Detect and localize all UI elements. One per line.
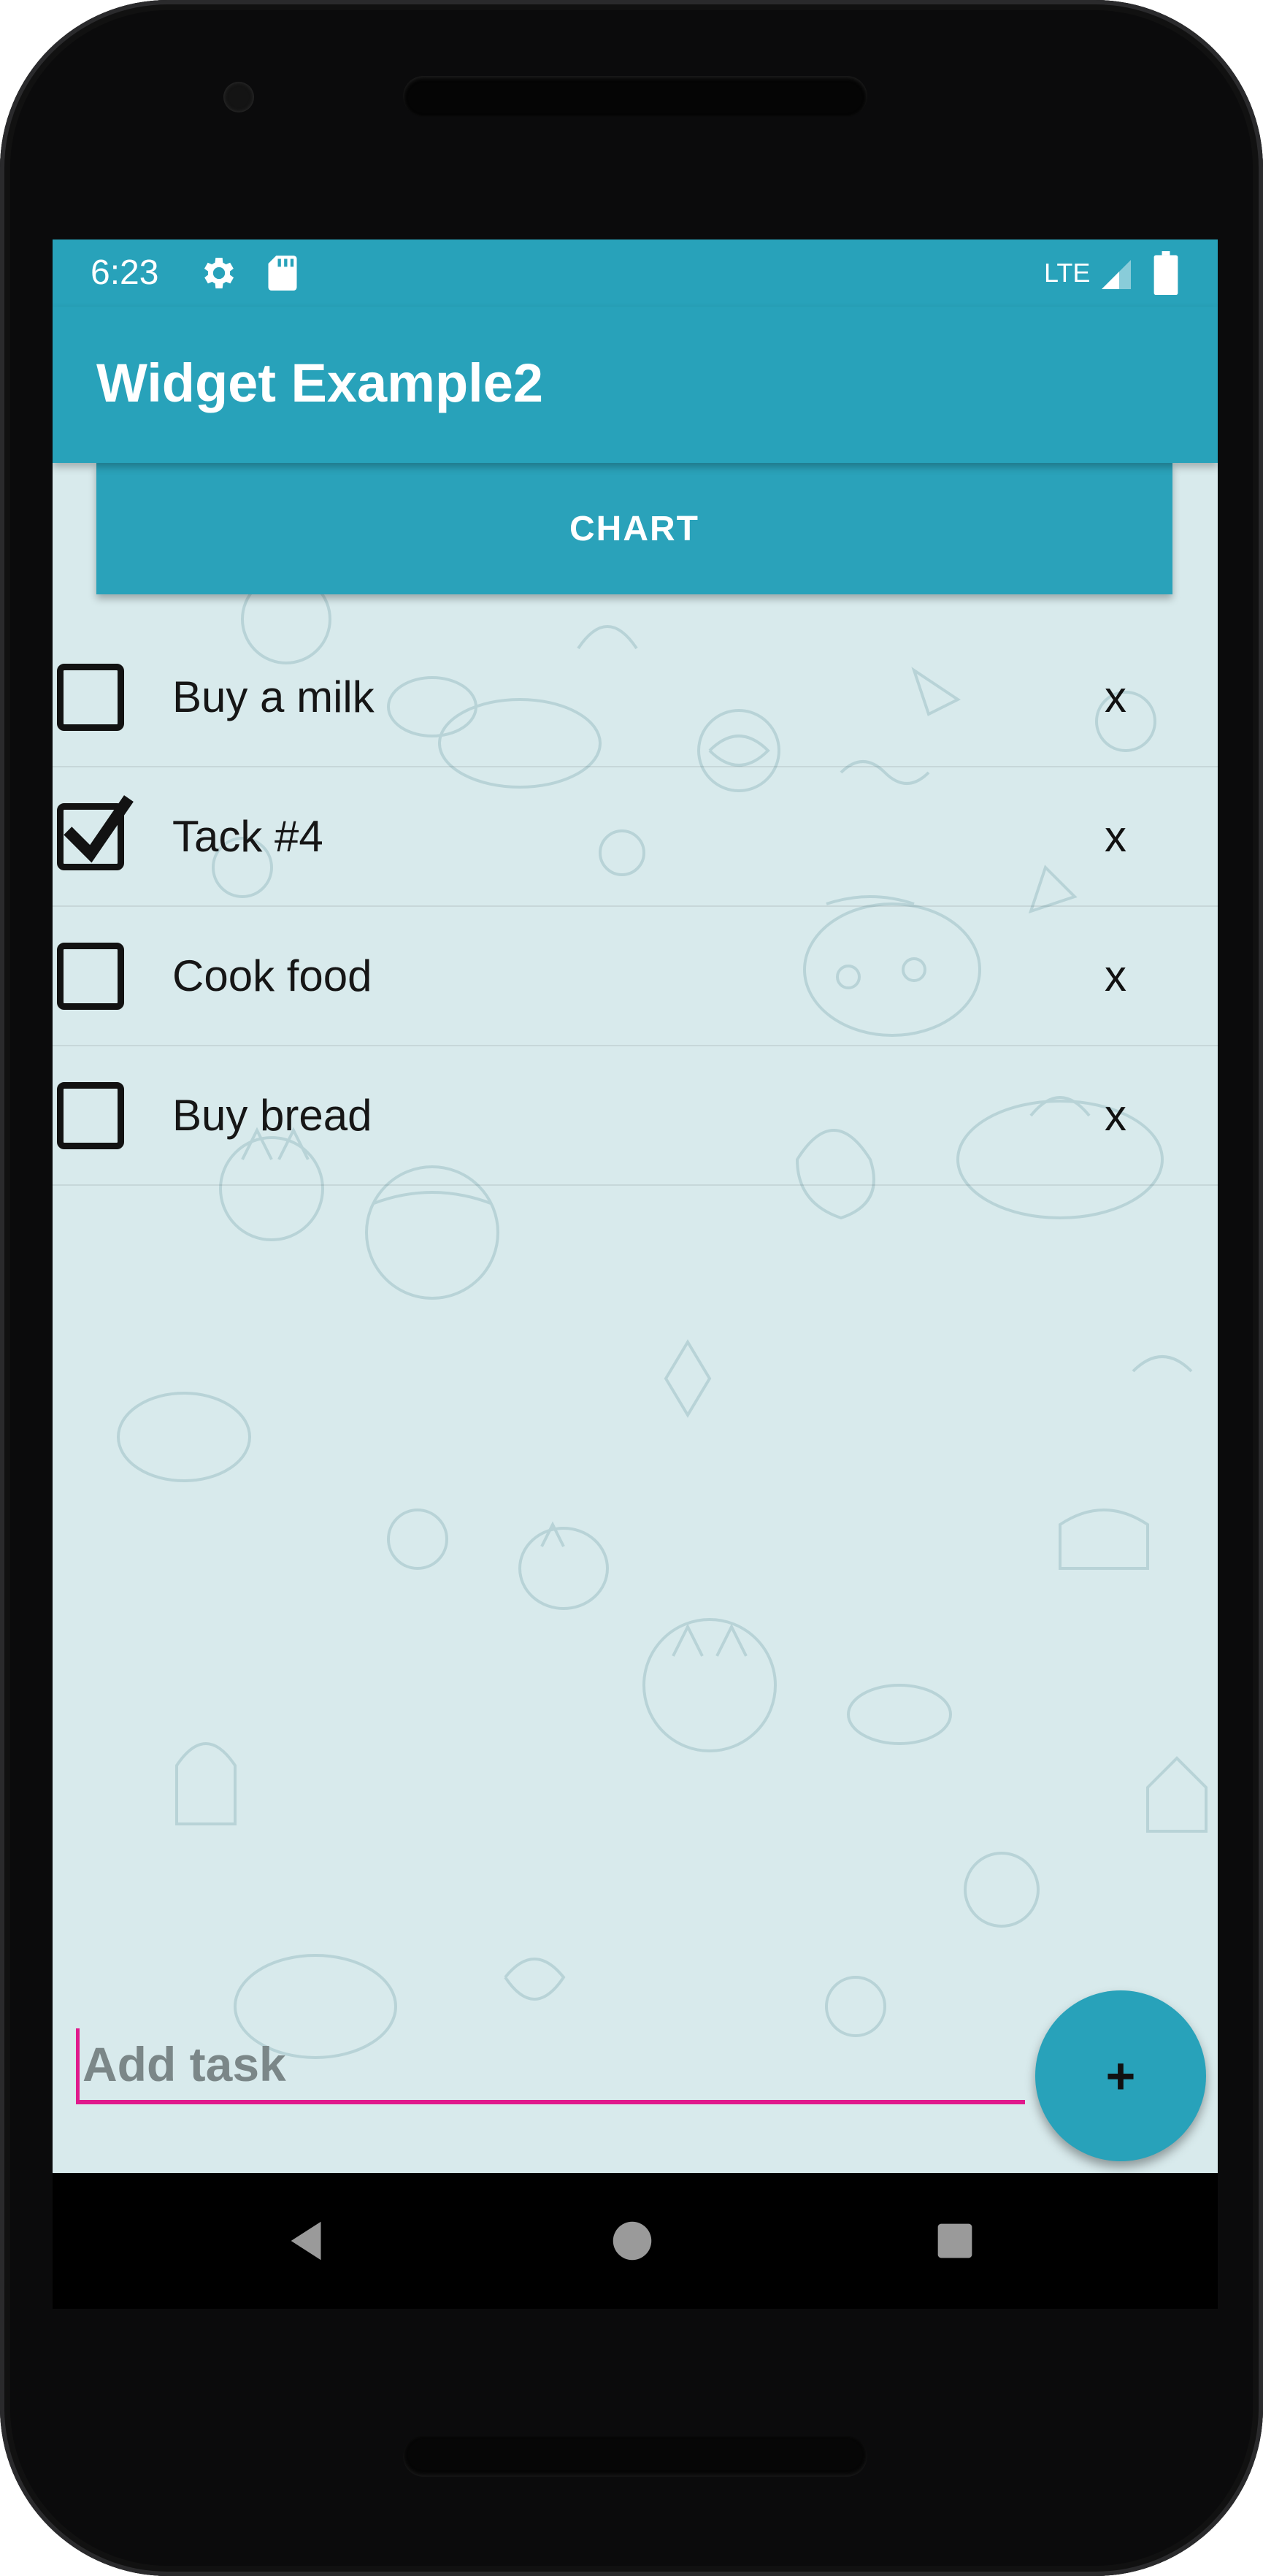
task-row: Buy a milk x [53, 628, 1218, 767]
task-row: Tack #4 x [53, 767, 1218, 907]
phone-frame: 6:23 LTE Widget Example2 CHART Buy a mil… [0, 0, 1263, 2576]
sd-card-icon [268, 256, 297, 291]
task-label: Buy bread [172, 1090, 372, 1140]
app-toolbar: Widget Example2 [53, 307, 1218, 463]
chart-button[interactable]: CHART [96, 463, 1172, 594]
system-navigation-bar [53, 2173, 1218, 2309]
recents-button[interactable] [929, 2215, 980, 2266]
task-checkbox[interactable] [57, 942, 124, 1010]
delete-task-button[interactable]: x [1086, 661, 1145, 734]
bottom-speaker [403, 2436, 867, 2477]
status-bar: 6:23 LTE [53, 239, 1218, 307]
task-checkbox-checked[interactable] [57, 794, 134, 870]
delete-task-button[interactable]: x [1086, 800, 1145, 873]
back-button[interactable] [283, 2215, 334, 2266]
home-icon [613, 2221, 652, 2261]
signal-icon [1102, 260, 1131, 289]
page-title: Widget Example2 [96, 353, 544, 413]
home-button[interactable] [607, 2215, 658, 2266]
recents-icon [937, 2223, 972, 2258]
network-type: LTE [1044, 258, 1091, 288]
delete-task-button[interactable]: x [1086, 1079, 1145, 1152]
task-checkbox[interactable] [57, 1081, 124, 1149]
back-icon [291, 2221, 321, 2261]
task-label: Buy a milk [172, 672, 375, 721]
earpiece-speaker [403, 76, 867, 117]
gear-icon [204, 258, 234, 288]
battery-icon [1153, 251, 1178, 295]
task-row: Cook food x [53, 907, 1218, 1046]
task-label: Cook food [172, 951, 372, 1000]
delete-task-button[interactable]: x [1086, 940, 1145, 1013]
task-checkbox[interactable] [57, 663, 124, 731]
task-list: Buy a milk x Tack #4 x Cook food x Buy b… [53, 628, 1218, 1186]
checkmark-icon [64, 794, 134, 862]
add-task-button[interactable]: + [1035, 1990, 1206, 2161]
add-task-input[interactable] [76, 2028, 1025, 2104]
task-row: Buy bread x [53, 1046, 1218, 1186]
status-time: 6:23 [91, 253, 159, 292]
front-camera [223, 82, 254, 112]
task-label: Tack #4 [172, 811, 323, 861]
app-screen: 6:23 LTE Widget Example2 CHART Buy a mil… [53, 239, 1218, 2173]
